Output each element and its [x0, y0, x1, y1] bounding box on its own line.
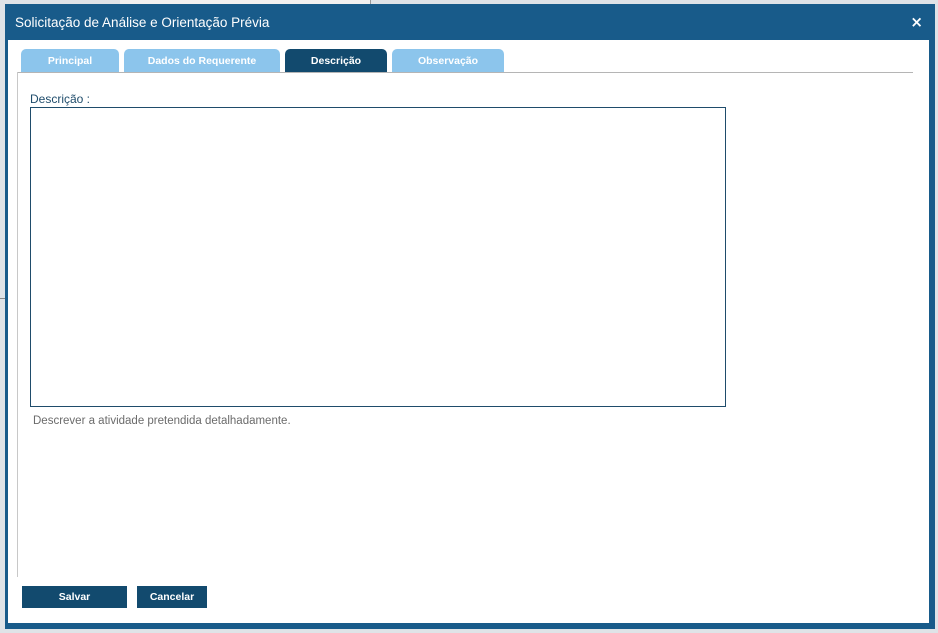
- description-textarea[interactable]: [30, 107, 726, 407]
- save-button-label: Salvar: [58, 591, 91, 603]
- tab-descricao[interactable]: Descrição: [285, 49, 387, 72]
- tab-observacao[interactable]: Observação: [392, 49, 504, 72]
- cancel-button[interactable]: Cancelar: [137, 586, 207, 608]
- tab-principal[interactable]: Principal: [21, 49, 119, 72]
- tab-label: Observação: [417, 54, 479, 67]
- cancel-button-label: Cancelar: [149, 591, 195, 603]
- tab-label: Principal: [47, 54, 93, 67]
- save-button[interactable]: Salvar: [22, 586, 127, 608]
- modal-header: Solicitação de Análise e Orientação Prév…: [5, 4, 935, 40]
- close-icon[interactable]: ×: [910, 13, 923, 31]
- tab-label: Dados do Requerente: [147, 54, 257, 67]
- tab-divider: [18, 72, 913, 73]
- modal-body: Principal Dados do Requerente Descrição …: [8, 40, 929, 623]
- modal-title: Solicitação de Análise e Orientação Prév…: [15, 15, 270, 30]
- content-border: [17, 72, 18, 577]
- description-help-text: Descrever a atividade pretendida detalha…: [33, 415, 291, 427]
- tab-dados-do-requerente[interactable]: Dados do Requerente: [124, 49, 280, 72]
- description-label: Descrição :: [30, 92, 91, 106]
- modal-dialog: Solicitação de Análise e Orientação Prév…: [5, 4, 935, 629]
- tab-label: Descrição: [310, 54, 362, 67]
